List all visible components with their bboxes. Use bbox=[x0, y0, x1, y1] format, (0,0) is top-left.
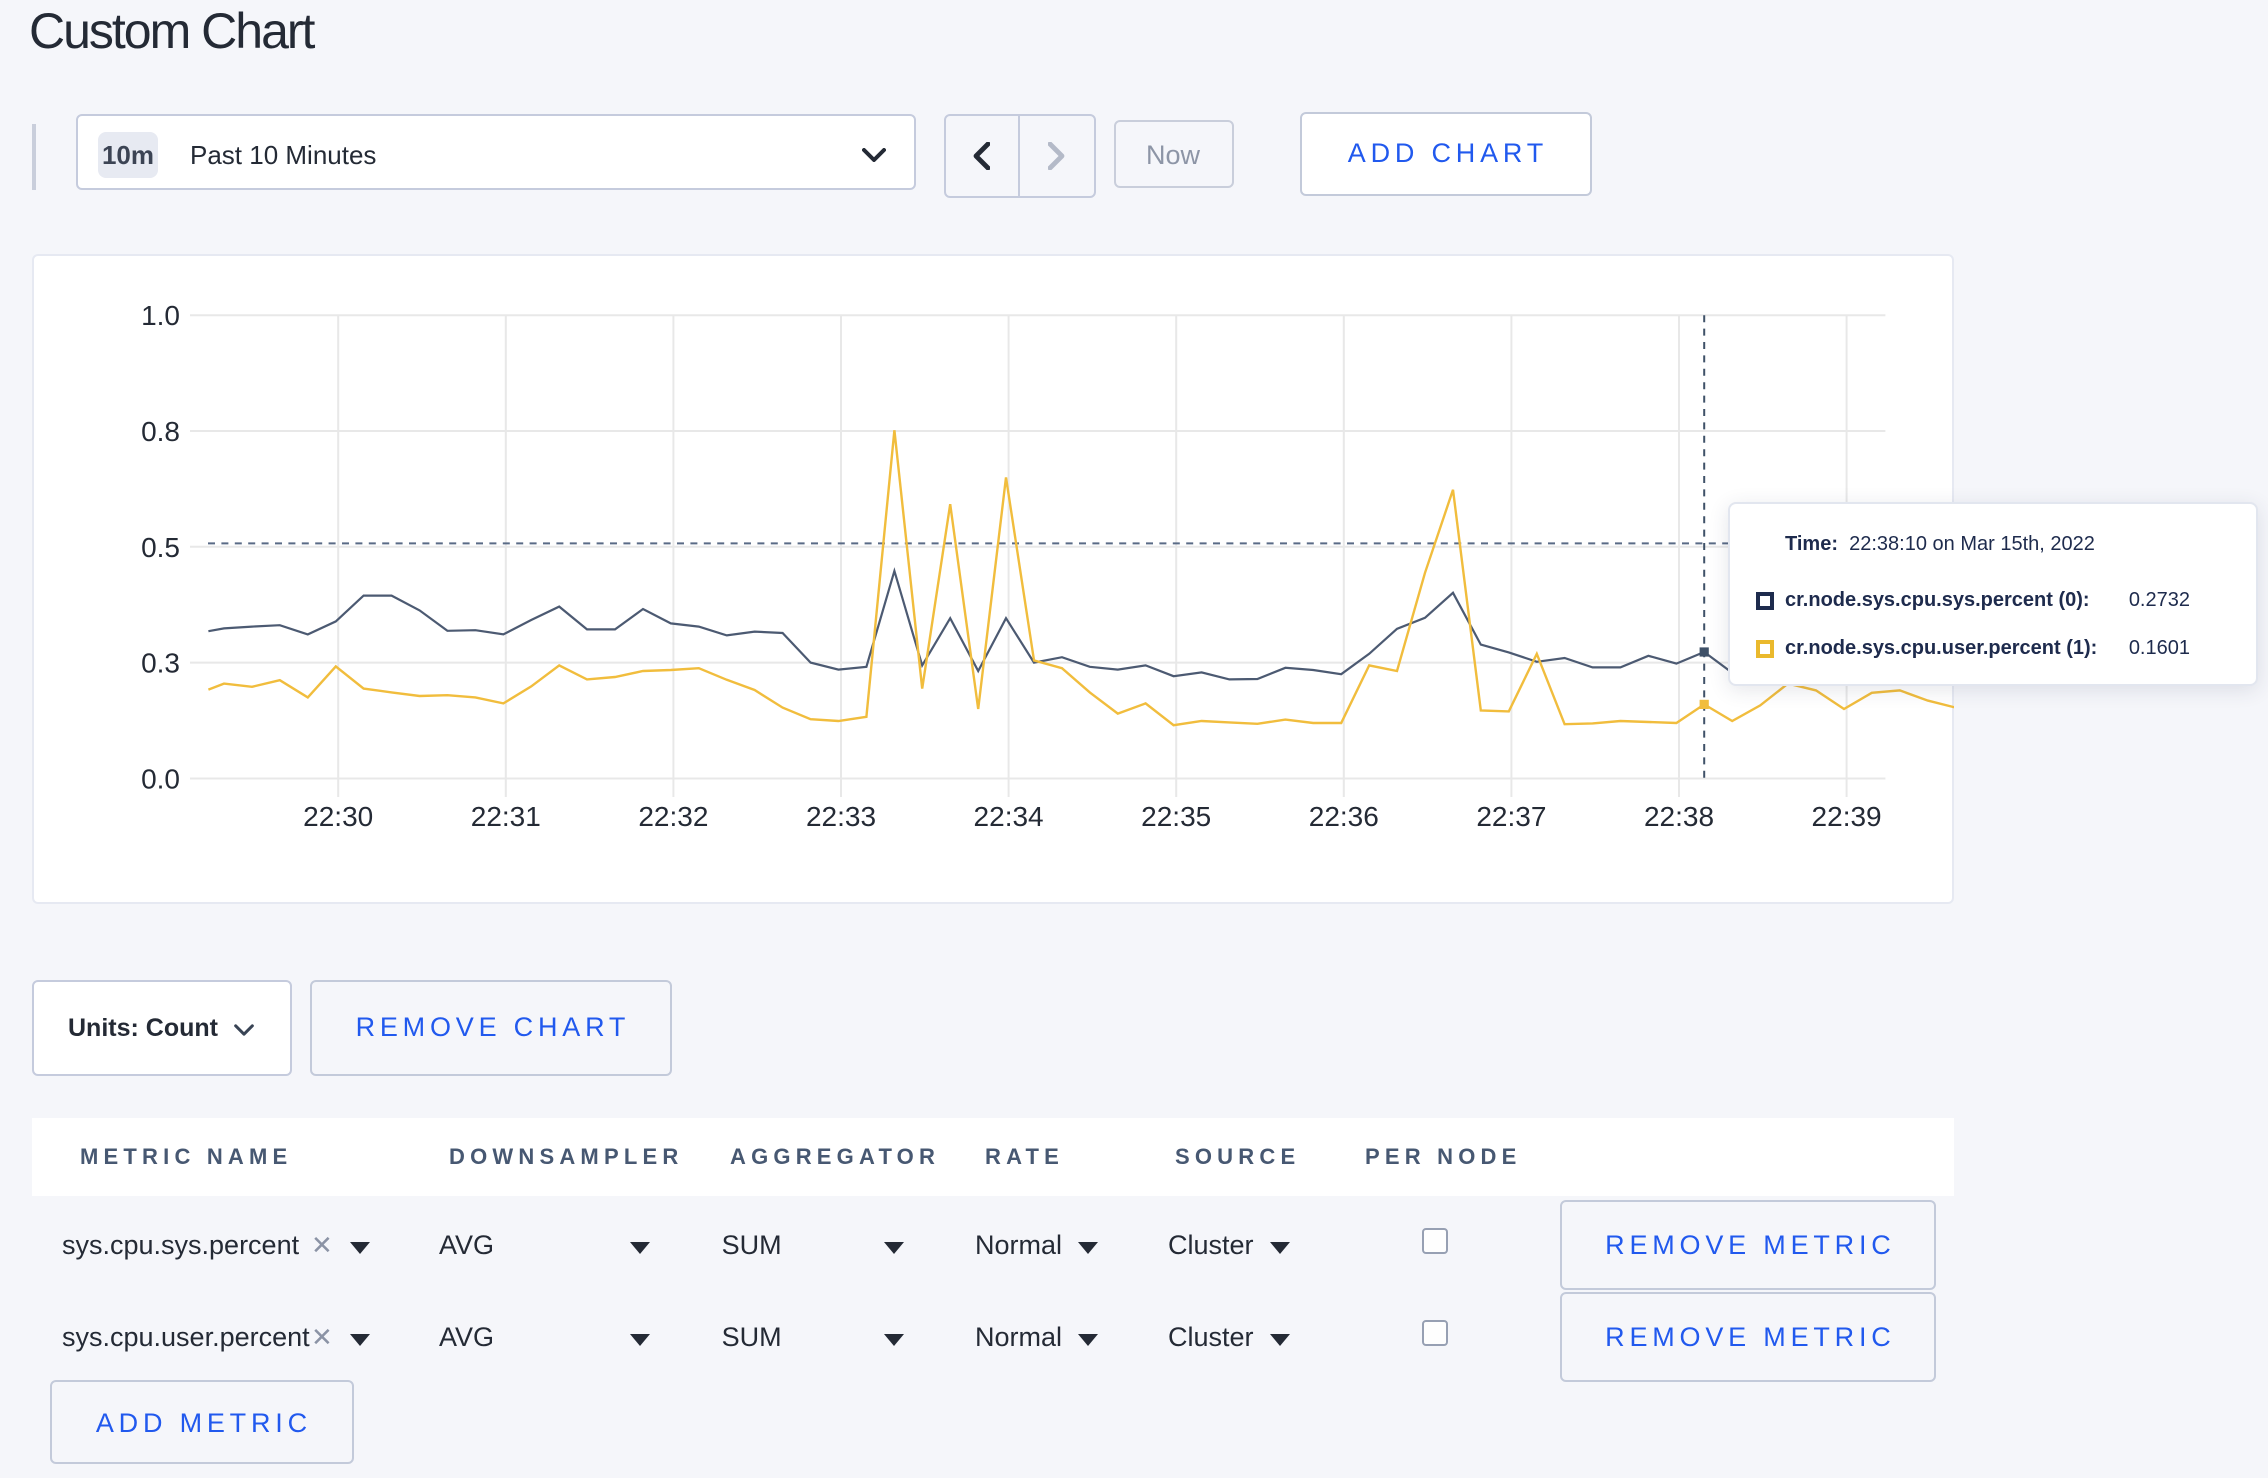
svg-text:22:37: 22:37 bbox=[1477, 800, 1547, 831]
svg-text:22:32: 22:32 bbox=[639, 800, 709, 831]
svg-text:0.8: 0.8 bbox=[142, 415, 181, 446]
svg-text:22:34: 22:34 bbox=[974, 800, 1044, 831]
svg-text:0.3: 0.3 bbox=[142, 647, 181, 678]
svg-text:0.0: 0.0 bbox=[142, 762, 181, 793]
svg-text:22:36: 22:36 bbox=[1309, 800, 1379, 831]
svg-text:22:38: 22:38 bbox=[1644, 800, 1714, 831]
svg-text:22:35: 22:35 bbox=[1142, 800, 1212, 831]
svg-text:22:31: 22:31 bbox=[471, 800, 541, 831]
svg-text:1.0: 1.0 bbox=[142, 299, 181, 330]
svg-text:22:39: 22:39 bbox=[1812, 800, 1882, 831]
svg-text:22:33: 22:33 bbox=[806, 800, 876, 831]
svg-text:0.5: 0.5 bbox=[142, 531, 181, 562]
svg-text:22:30: 22:30 bbox=[304, 800, 374, 831]
